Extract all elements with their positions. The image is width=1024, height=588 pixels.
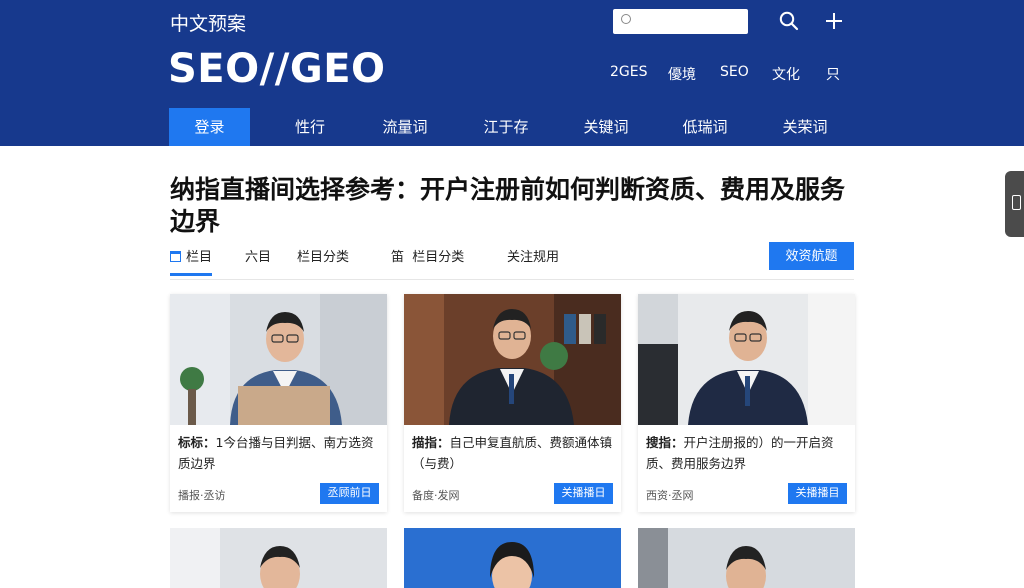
top-link-seo[interactable]: SEO: [720, 64, 749, 80]
tab-bar: 栏目 六目 栏目分类 笛 栏目分类 关注规用: [170, 242, 854, 280]
search-field-icon: [621, 14, 631, 24]
card-meta: 播报·丞访: [178, 489, 226, 502]
side-share-tab[interactable]: [1005, 171, 1024, 237]
search-box[interactable]: [613, 9, 748, 34]
brand-subtitle: 中文预案: [170, 13, 247, 35]
tab-category-2[interactable]: 笛 栏目分类: [391, 246, 464, 265]
top-link-2ges[interactable]: 2GES: [610, 64, 648, 80]
card-title: 标标：1今台播与目判据、南方选资质边界: [178, 435, 374, 471]
nav-item-4[interactable]: 江于存: [466, 108, 546, 146]
tab-columns[interactable]: 栏目: [170, 246, 213, 276]
clipboard-icon: [1012, 195, 1021, 210]
main-content: 纳指直播间选择参考：开户注册前如何判断资质、费用及服务边界 栏目 六目 栏目分类…: [0, 146, 1024, 588]
article-card-photo[interactable]: [638, 528, 855, 588]
nav-item-6[interactable]: 低瑞词: [665, 108, 745, 146]
card-action-button[interactable]: 关播播日: [554, 483, 613, 504]
search-icon[interactable]: [779, 11, 799, 31]
article-card-photo[interactable]: [404, 528, 621, 588]
article-card-photo[interactable]: [170, 528, 387, 588]
tab-category[interactable]: 栏目分类: [297, 246, 349, 265]
nav-item-keywords[interactable]: 关键词: [566, 108, 646, 146]
nav-item-2[interactable]: 性行: [270, 108, 350, 146]
article-card[interactable]: 搜指：开户注册报的）的一开启资质、费用服务边界 西资·丞网 关播播目: [638, 294, 855, 512]
top-link-2[interactable]: 優境: [668, 64, 696, 84]
card-photo: [638, 294, 855, 425]
search-input[interactable]: [637, 12, 742, 31]
card-title: 描指：自己申复直航质、费额通体镇（与费）: [412, 435, 613, 471]
primary-action-button[interactable]: 效资航题: [769, 242, 854, 270]
tab-follow[interactable]: 关注规用: [507, 246, 559, 265]
card-meta: 备度·发网: [412, 489, 460, 502]
plus-icon[interactable]: [824, 11, 844, 31]
card-action-button[interactable]: 丞顾前日: [320, 483, 379, 504]
card-photo: [170, 294, 387, 425]
article-card[interactable]: 标标：1今台播与目判据、南方选资质边界 播报·丞访 丞顾前日: [170, 294, 387, 512]
top-link-5[interactable]: 只: [826, 64, 840, 84]
brand-logo-text[interactable]: SEO//GEO: [168, 46, 386, 92]
site-header: 中文预案 SEO//GEO 2GES 優境 SEO 文化 只 登录 性行 流量词…: [0, 0, 1024, 146]
card-photo: [404, 294, 621, 425]
card-meta: 西资·丞网: [646, 489, 694, 502]
top-link-culture[interactable]: 文化: [772, 64, 800, 84]
tab-2[interactable]: 六目: [245, 246, 271, 265]
card-title: 搜指：开户注册报的）的一开启资质、费用服务边界: [646, 435, 834, 471]
nav-item-3[interactable]: 流量词: [365, 108, 445, 146]
nav-item-7[interactable]: 关荣词: [765, 108, 845, 146]
home-icon: [170, 251, 181, 262]
article-card[interactable]: 描指：自己申复直航质、费额通体镇（与费） 备度·发网 关播播日: [404, 294, 621, 512]
main-nav: 登录 性行 流量词 江于存 关键词 低瑞词 关荣词: [0, 108, 1024, 146]
card-action-button[interactable]: 关播播目: [788, 483, 847, 504]
nav-item-1[interactable]: 登录: [169, 108, 250, 146]
page-title: 纳指直播间选择参考：开户注册前如何判断资质、费用及服务边界: [170, 175, 846, 236]
